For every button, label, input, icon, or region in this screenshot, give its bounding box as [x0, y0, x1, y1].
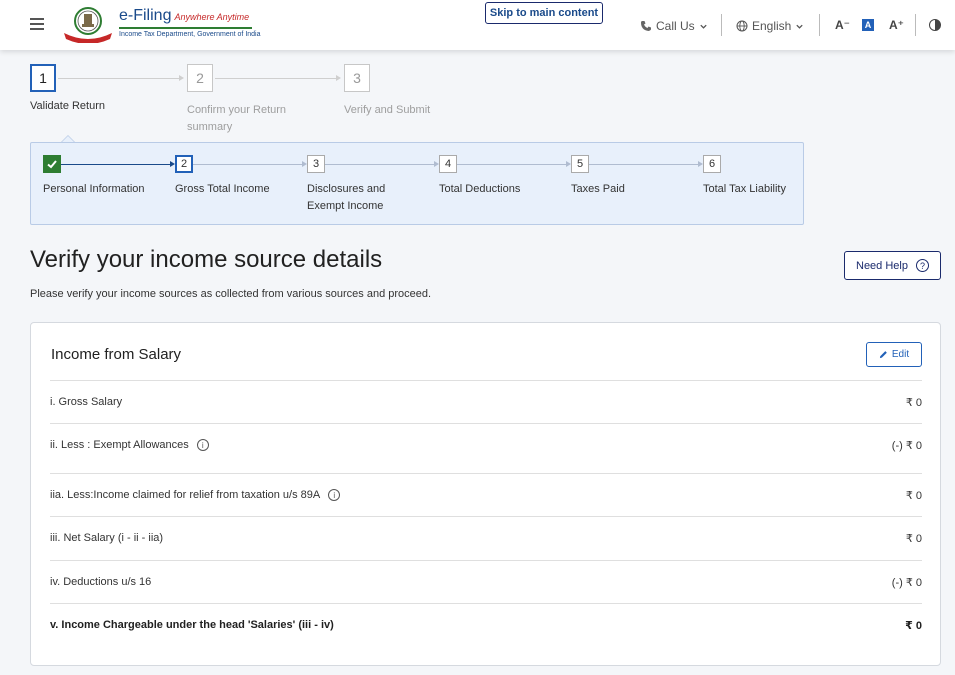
logo-tagline: Anywhere Anytime	[174, 12, 250, 22]
sub-step-connector	[325, 161, 439, 167]
salary-row-net-salary: iii. Net Salary (i - ii - iia) ₹ 0	[50, 516, 922, 560]
row-label: i. Gross Salary	[50, 396, 123, 408]
sub-step-connector	[193, 161, 307, 167]
sub-step-6-label: Total Tax Liability	[703, 183, 786, 195]
logo-divider	[119, 27, 252, 29]
edit-button[interactable]: Edit	[866, 342, 922, 367]
efiling-logo[interactable]: e-Filing Anywhere Anytime Income Tax Depa…	[62, 5, 261, 43]
salary-row-deductions-16: iv. Deductions u/s 16 (-) ₹ 0	[50, 560, 922, 603]
main-step-connector	[58, 75, 184, 81]
salary-row-exempt-allowances: ii. Less : Exempt Allowances i (-) ₹ 0	[50, 423, 922, 473]
row-label: iii. Net Salary (i - ii - iia)	[50, 532, 164, 544]
top-header: e-Filing Anywhere Anytime Income Tax Depa…	[0, 0, 955, 50]
main-step-1-box: 1	[30, 64, 56, 92]
main-step-connector	[215, 75, 341, 81]
font-reset-button[interactable]: A	[862, 19, 874, 31]
card-title: Income from Salary	[51, 346, 182, 363]
header-separator	[915, 14, 916, 36]
info-icon[interactable]: i	[328, 489, 341, 501]
need-help-button[interactable]: Need Help ?	[844, 251, 941, 280]
chevron-down-icon	[700, 24, 707, 29]
sub-step-4-label: Total Deductions	[439, 183, 521, 195]
main-step-3-box: 3	[344, 64, 370, 92]
salary-row-gross-salary: i. Gross Salary ₹ 0	[50, 380, 922, 423]
row-value: ₹ 0	[905, 533, 922, 545]
main-step-1-label: Validate Return	[30, 100, 106, 112]
row-value: (-) ₹ 0	[891, 577, 922, 589]
main-step-2-label: Confirm your Return summary	[187, 104, 287, 133]
row-label: v. Income Chargeable under the head 'Sal…	[50, 619, 334, 631]
logo-title: e-Filing Anywhere Anytime	[119, 7, 250, 24]
sub-step-3-label: Disclosures and Exempt Income	[307, 183, 386, 212]
edit-label: Edit	[891, 349, 910, 360]
sub-step-2-label: Gross Total Income	[175, 183, 270, 195]
skip-to-main-button[interactable]: Skip to main content	[485, 2, 603, 24]
call-us-label: Call Us	[656, 19, 695, 33]
page-description: Please verify your income sources as col…	[30, 288, 432, 300]
need-help-label: Need Help	[856, 259, 908, 272]
sub-step-connector	[457, 161, 571, 167]
sub-step-3-box: 3	[307, 155, 325, 173]
salary-row-relief-89a: iia. Less:Income claimed for relief from…	[50, 473, 922, 516]
language-dropdown[interactable]: English	[736, 19, 804, 33]
row-value: ₹ 0	[905, 620, 922, 632]
row-label-text: iia. Less:Income claimed for relief from…	[50, 489, 321, 501]
phone-icon	[641, 21, 651, 31]
row-label: iia. Less:Income claimed for relief from…	[50, 489, 341, 501]
menu-icon[interactable]	[30, 18, 44, 30]
header-separator	[819, 14, 820, 36]
sub-step-5-label: Taxes Paid	[571, 183, 625, 195]
font-increase-button[interactable]: A⁺	[889, 18, 904, 32]
main-step-2-box: 2	[187, 64, 213, 92]
sub-step-1-label: Personal Information	[43, 183, 145, 195]
pencil-icon	[879, 351, 887, 359]
row-value: ₹ 0	[905, 397, 922, 409]
sub-step-1-check-icon	[43, 155, 61, 173]
emblem-icon	[64, 7, 112, 43]
question-icon: ?	[915, 259, 929, 272]
globe-icon	[736, 20, 748, 32]
language-label: English	[752, 19, 792, 33]
row-value: ₹ 0	[905, 490, 922, 502]
chevron-down-icon	[796, 24, 804, 29]
call-us-dropdown[interactable]: Call Us	[640, 19, 708, 33]
sub-step-connector	[61, 161, 175, 167]
row-label-text: ii. Less : Exempt Allowances	[50, 439, 189, 451]
main-step-3-label: Verify and Submit	[344, 104, 431, 116]
row-label: ii. Less : Exempt Allowances i	[50, 439, 209, 451]
contrast-toggle-icon[interactable]	[929, 19, 941, 31]
sub-step-6-box: 6	[703, 155, 721, 173]
font-decrease-button[interactable]: A⁻	[835, 18, 850, 32]
sub-step-4-box: 4	[439, 155, 457, 173]
sub-step-connector	[589, 161, 703, 167]
sub-step-5-box: 5	[571, 155, 589, 173]
row-label: iv. Deductions u/s 16	[50, 576, 152, 588]
income-from-salary-card: Income from Salary Edit i. Gross Salary …	[30, 322, 941, 666]
row-value: (-) ₹ 0	[891, 440, 922, 452]
page-title: Verify your income source details	[30, 246, 383, 273]
logo-subtitle: Income Tax Department, Government of Ind…	[119, 31, 261, 38]
sub-step-2-box: 2	[175, 155, 193, 173]
salary-row-income-chargeable: v. Income Chargeable under the head 'Sal…	[50, 603, 922, 648]
header-separator	[721, 14, 722, 36]
info-icon[interactable]: i	[196, 439, 209, 451]
